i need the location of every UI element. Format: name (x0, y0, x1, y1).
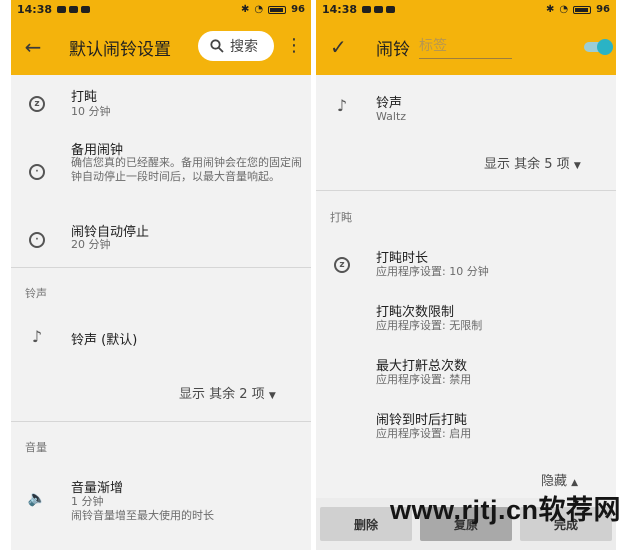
snooze-section-header: 打盹 (330, 211, 352, 224)
default-alarm-settings-screen: 14:38 ✱ ◔ 96 ← 默认闹铃设置 搜索 ⋮ z 打盹 10 分钟 · … (11, 0, 311, 550)
search-button[interactable]: 搜索 (198, 31, 274, 61)
chevron-down-icon: ▼ (573, 161, 581, 171)
hide-button[interactable]: 隐藏 ▲ (541, 470, 578, 489)
ringtone-setting[interactable]: ♪ 铃声 (默认) (11, 315, 311, 360)
status-time: 14:38 (322, 3, 358, 16)
search-label: 搜索 (230, 39, 258, 55)
max-snooze-title: 最大打鼾总次数 (376, 359, 468, 374)
bluetooth-icon: ✱ (545, 4, 555, 15)
music-note-icon: ♪ (336, 96, 348, 115)
wifi-icon: ◔ (254, 4, 264, 15)
snooze-length-title: 打盹时长 (376, 251, 429, 266)
auto-stop-setting[interactable]: · 闹铃自动停止 20 分钟 (11, 213, 311, 267)
snooze-on-dismiss-value: 应用程序设置: 启用 (376, 427, 472, 440)
show-more-button[interactable]: 显示 其余 5 项 ▼ (484, 153, 581, 172)
max-snooze-setting[interactable]: 最大打鼾总次数 应用程序设置: 禁用 (316, 346, 616, 398)
battery-icon (573, 5, 592, 14)
label-input[interactable]: 标签 (419, 35, 512, 59)
show-more-label: 显示 其余 5 项 (484, 157, 570, 172)
volume-icon: 🔈 (27, 489, 47, 507)
toolbar: ✓ 闹铃 标签 (316, 19, 616, 75)
page-title: 默认闹铃设置 (69, 39, 171, 60)
wifi-icon: ◔ (559, 4, 569, 15)
snooze-setting[interactable]: z 打盹 10 分钟 (11, 75, 311, 133)
battery-icon (268, 5, 287, 14)
toolbar: ← 默认闹铃设置 搜索 ⋮ (11, 19, 311, 75)
ringtone-title: 铃声 (376, 96, 403, 111)
snooze-limit-value: 应用程序设置: 无限制 (376, 319, 483, 332)
snooze-on-dismiss-setting[interactable]: 闹铃到时后打盹 应用程序设置: 启用 (316, 400, 616, 452)
backup-alarm-setting[interactable]: · 备用闹钟 确信您真的已经醒来。备用闹钟会在您的固定闹钟自动停止一段时间后，以… (11, 133, 311, 213)
status-right: ✱ ◔ 96 (546, 4, 610, 15)
chevron-up-icon: ▲ (571, 478, 579, 488)
music-note-icon: ♪ (31, 327, 43, 346)
hide-label: 隐藏 (541, 474, 568, 489)
backup-alarm-description: 确信您真的已经醒来。备用闹钟会在您的固定闹钟自动停止一段时间后，以最大音量响起。 (71, 156, 302, 183)
checkmark-icon[interactable]: ✓ (330, 35, 347, 59)
search-icon (210, 39, 224, 53)
alarm-enabled-toggle[interactable] (584, 39, 613, 55)
volume-crescendo-setting[interactable]: 🔈 音量渐增 1 分钟 闹铃音量增至最大使用的时长 (11, 468, 311, 528)
status-bar: 14:38 ✱ ◔ 96 (11, 0, 311, 19)
status-time: 14:38 (17, 3, 53, 16)
alarm-edit-screen: 14:38 ✱ ◔ 96 ✓ 闹铃 标签 ♪ 铃声 Waltz 显示 其余 5 … (316, 0, 616, 550)
snooze-length-value: 应用程序设置: 10 分钟 (376, 265, 489, 278)
volume-crescendo-description: 闹铃音量增至最大使用的时长 (71, 509, 214, 522)
watermark-text: www.rjtj.cn软荐网 (390, 495, 622, 525)
divider (316, 190, 616, 191)
snooze-limit-setting[interactable]: 打盹次数限制 应用程序设置: 无限制 (316, 292, 616, 344)
snooze-value: 10 分钟 (71, 105, 111, 118)
alarm-title: 闹铃 (376, 40, 410, 60)
snooze-alarm-icon: z (332, 253, 352, 273)
battery-level: 96 (596, 4, 610, 15)
max-snooze-value: 应用程序设置: 禁用 (376, 373, 472, 386)
show-more-button[interactable]: 显示 其余 2 项 ▼ (179, 383, 276, 402)
status-right: ✱ ◔ 96 (241, 4, 305, 15)
volume-crescendo-value: 1 分钟 (71, 495, 104, 508)
snooze-length-setting[interactable]: z 打盹时长 应用程序设置: 10 分钟 (316, 238, 616, 290)
ringtone-section-header: 铃声 (25, 287, 47, 300)
snooze-alarm-icon: z (27, 92, 47, 112)
volume-crescendo-title: 音量渐增 (71, 481, 124, 496)
ringtone-value: Waltz (376, 110, 407, 123)
snooze-limit-title: 打盹次数限制 (376, 305, 455, 320)
back-arrow-icon[interactable]: ← (11, 35, 55, 59)
volume-section-header: 音量 (25, 441, 47, 454)
show-more-label: 显示 其余 2 项 (179, 387, 265, 402)
auto-stop-value: 20 分钟 (71, 238, 111, 251)
status-bar: 14:38 ✱ ◔ 96 (316, 0, 616, 19)
snooze-on-dismiss-title: 闹铃到时后打盹 (376, 413, 468, 428)
notification-icons (362, 6, 396, 13)
ringtone-title: 铃声 (默认) (71, 333, 138, 348)
clock-icon: · (27, 160, 47, 180)
notification-icons (57, 6, 91, 13)
divider (11, 421, 311, 422)
snooze-title: 打盹 (71, 90, 98, 105)
chevron-down-icon: ▼ (268, 391, 276, 401)
battery-level: 96 (291, 4, 305, 15)
more-options-icon[interactable]: ⋮ (285, 37, 303, 55)
divider (11, 267, 311, 268)
timer-icon: · (27, 228, 47, 248)
bluetooth-icon: ✱ (240, 4, 250, 15)
ringtone-setting[interactable]: ♪ 铃声 Waltz (316, 75, 616, 135)
